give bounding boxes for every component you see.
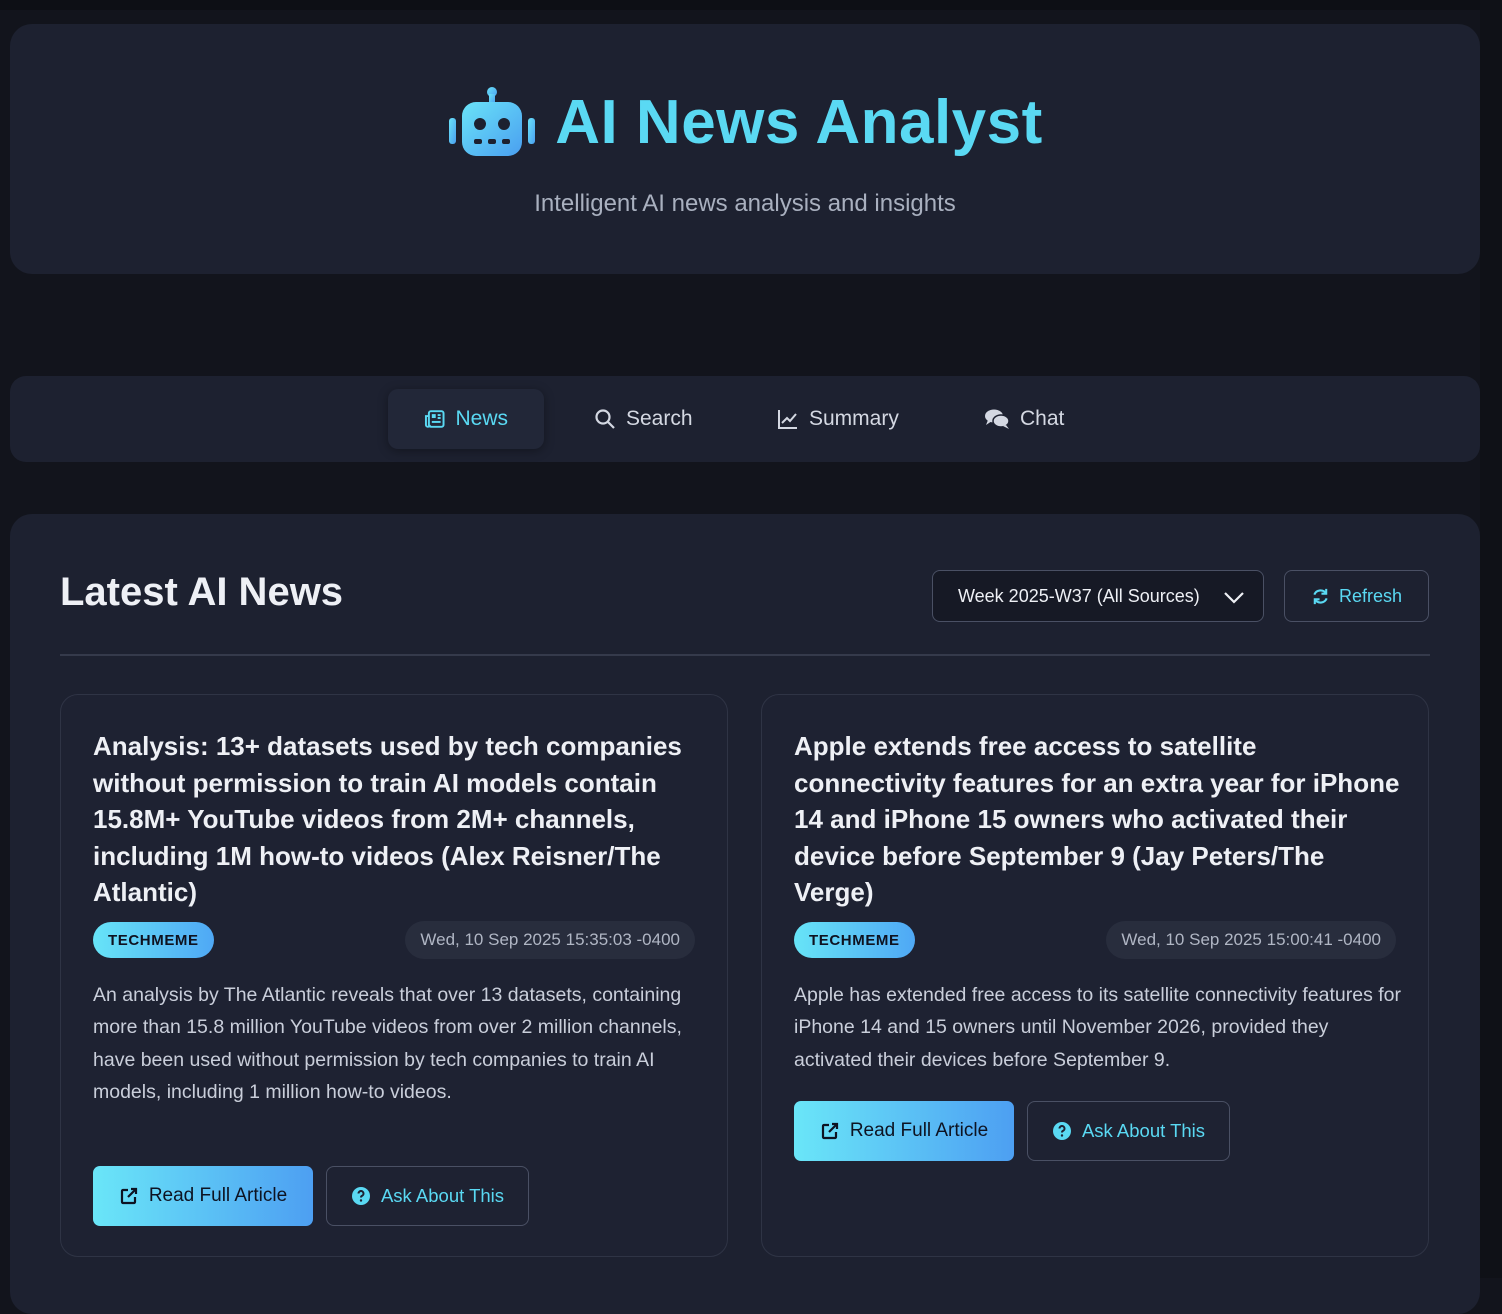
external-link-icon [120, 1187, 137, 1205]
news-panel: Latest AI News Week 2025-W37 (All Source… [10, 514, 1480, 1314]
panel-title: Latest AI News [60, 570, 344, 614]
refresh-button[interactable]: Refresh [1284, 570, 1429, 622]
app-header: AI News Analyst Intelligent AI news anal… [10, 24, 1480, 274]
newspaper-icon [424, 410, 445, 428]
ask-about-this-label: Ask About This [1081, 1120, 1206, 1141]
news-card: Apple extends free access to satellite c… [761, 694, 1429, 1257]
article-title: Apple extends free access to satellite c… [794, 731, 1400, 908]
external-link-icon [821, 1122, 838, 1140]
line-chart-icon [778, 410, 797, 429]
scrollbar-track[interactable] [1480, 0, 1502, 1278]
tab-search[interactable]: Search [558, 389, 729, 449]
news-card: Analysis: 13+ datasets used by tech comp… [60, 694, 728, 1257]
question-circle-icon [1052, 1122, 1071, 1140]
divider [60, 654, 1430, 656]
read-full-article-label: Read Full Article [148, 1185, 288, 1206]
week-select-value: Week 2025-W37 (All Sources) [958, 585, 1200, 606]
app-subtitle: Intelligent AI news analysis and insight… [534, 190, 956, 217]
source-badge: TECHMEME [93, 922, 214, 958]
question-circle-icon [351, 1187, 370, 1205]
read-full-article-button[interactable]: Read Full Article [794, 1101, 1014, 1161]
main-nav: News Search Summary Chat [10, 376, 1480, 462]
chevron-down-icon [1224, 592, 1244, 604]
title-row: AI News Analyst [10, 86, 1480, 158]
chat-bubbles-icon [985, 409, 1010, 429]
tab-summary-label: Summary [809, 407, 899, 430]
app-title: AI News Analyst [555, 87, 1043, 157]
refresh-label: Refresh [1338, 585, 1403, 606]
article-date: Wed, 10 Sep 2025 15:00:41 -0400 [1106, 921, 1396, 959]
refresh-icon [1313, 588, 1328, 604]
tab-chat-label: Chat [1020, 407, 1065, 430]
ask-about-this-button[interactable]: Ask About This [326, 1166, 529, 1226]
ask-about-this-label: Ask About This [380, 1185, 505, 1206]
article-title: Analysis: 13+ datasets used by tech comp… [93, 731, 682, 908]
article-date: Wed, 10 Sep 2025 15:35:03 -0400 [405, 921, 695, 959]
article-description: An analysis by The Atlantic reveals that… [93, 984, 682, 1104]
top-edge [0, 0, 1502, 10]
tab-news-label: News [455, 407, 508, 430]
robot-icon [449, 87, 536, 156]
tab-chat[interactable]: Chat [948, 389, 1100, 449]
tab-news[interactable]: News [388, 389, 544, 449]
read-full-article-button[interactable]: Read Full Article [93, 1166, 313, 1226]
tab-summary[interactable]: Summary [741, 389, 935, 449]
ask-about-this-button[interactable]: Ask About This [1027, 1101, 1230, 1161]
read-full-article-label: Read Full Article [849, 1120, 989, 1141]
source-badge: TECHMEME [794, 922, 915, 958]
search-icon [595, 409, 615, 429]
tab-search-label: Search [626, 407, 693, 430]
article-description: Apple has extended free access to its sa… [794, 984, 1401, 1071]
week-select[interactable]: Week 2025-W37 (All Sources) [932, 570, 1264, 622]
